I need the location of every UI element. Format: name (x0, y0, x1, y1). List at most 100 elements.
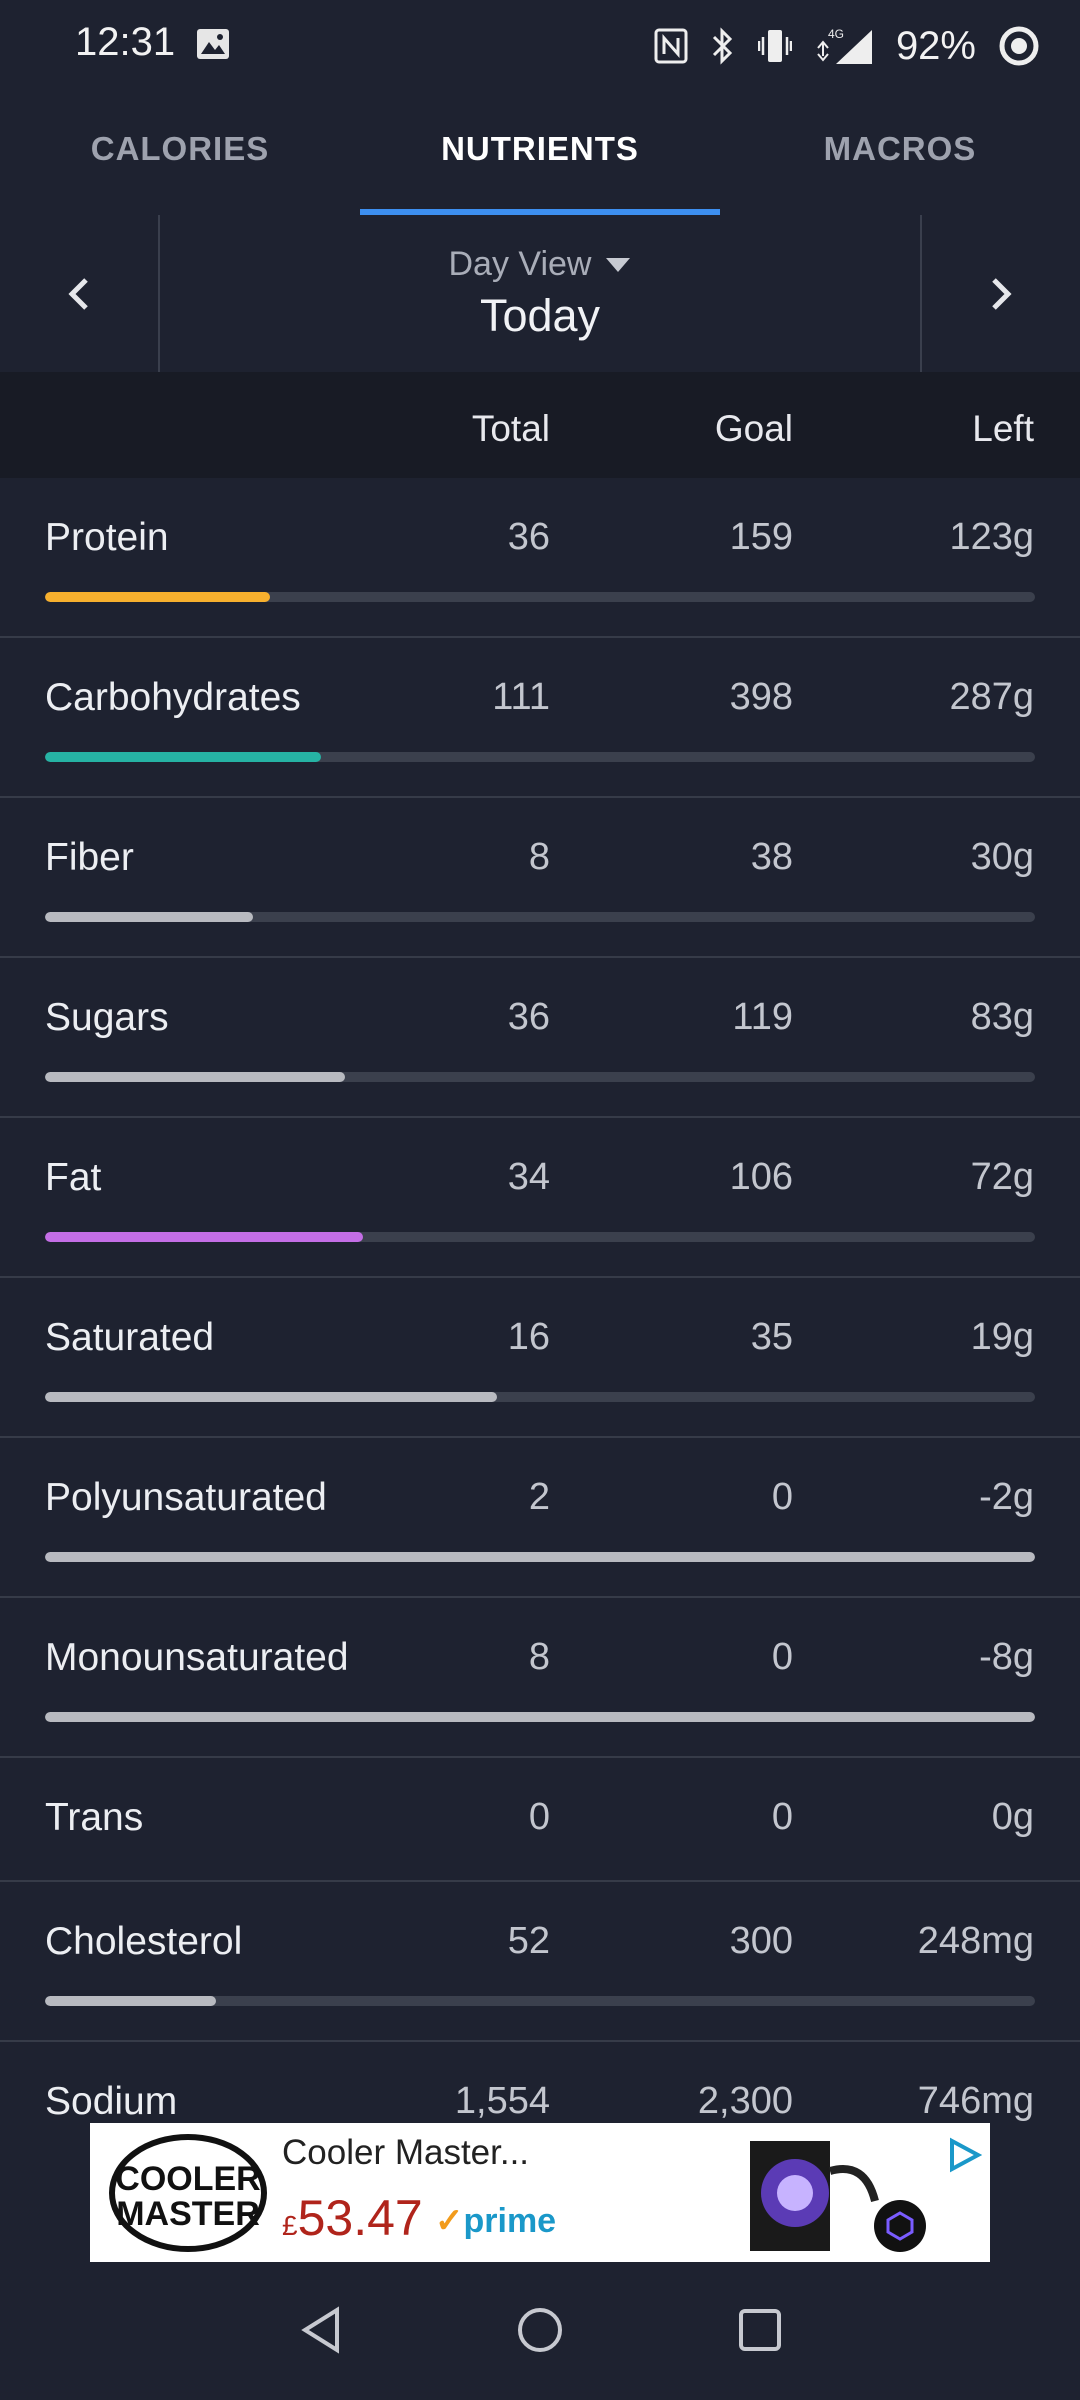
nutrient-left: -8g (979, 1636, 1034, 1678)
svg-text:4G: 4G (828, 27, 844, 41)
header-total: Total (471, 408, 550, 449)
status-time: 12:31 (75, 20, 176, 64)
next-day-button[interactable] (920, 215, 1080, 372)
nutrient-goal: 0 (771, 1636, 793, 1678)
image-notification-icon (197, 29, 229, 59)
nav-home-button[interactable] (505, 2295, 575, 2365)
progress-fill (45, 1552, 1035, 1562)
nutrient-left: -2g (979, 1476, 1034, 1518)
progress-fill (45, 1072, 345, 1082)
previous-day-button[interactable] (0, 215, 160, 372)
nutrient-left: 746mg (917, 2080, 1034, 2122)
nutrient-left: 287g (949, 676, 1034, 718)
chevron-left-icon (68, 277, 88, 310)
nutrient-name: Carbohydrates (45, 676, 301, 719)
progress-track (45, 1392, 1035, 1402)
progress-track (45, 1232, 1035, 1242)
nutrient-list: Protein 36 159 123g Carbohydrates 111 398 287g F… (0, 478, 1080, 2152)
nutrient-left: 83g (970, 996, 1034, 1038)
column-header: Total Goal Left (0, 372, 1080, 478)
nutrient-name: Protein (45, 516, 169, 559)
ad-choices-icon[interactable] (946, 2137, 982, 2173)
battery-icon (999, 26, 1039, 66)
nutrient-goal: 300 (729, 1920, 793, 1962)
nutrient-row[interactable]: Trans 0 0 0g (0, 1758, 1080, 1882)
ad-prime-label: prime (463, 2202, 557, 2240)
nutrient-total: 111 (492, 676, 550, 718)
progress-fill (45, 592, 270, 602)
nutrient-goal: 38 (750, 836, 793, 878)
nutrient-name: Trans (45, 1796, 144, 1839)
nutrient-row[interactable]: Sugars 36 119 83g (0, 958, 1080, 1118)
nutrient-name: Polyunsaturated (45, 1476, 327, 1519)
nutrient-left: 123g (949, 516, 1034, 558)
nutrient-total: 8 (528, 836, 550, 878)
nav-back-icon (301, 2306, 339, 2354)
status-bar: 12:31 4G 92% (0, 0, 1080, 90)
tab-nutrients[interactable]: NUTRIENTS (360, 90, 720, 215)
nav-back-button[interactable] (286, 2295, 356, 2365)
nutrient-total: 36 (507, 996, 550, 1038)
view-mode-label: Day View (448, 245, 592, 283)
ad-price-value: 53.47 (297, 2190, 423, 2246)
current-day-label: Today (479, 290, 601, 341)
nutrient-name: Fat (45, 1156, 102, 1199)
status-icons: 4G 92% (654, 16, 1040, 76)
nutrient-row[interactable]: Saturated 16 35 19g (0, 1278, 1080, 1438)
nutrient-total: 52 (507, 1920, 550, 1962)
progress-track (45, 1552, 1035, 1562)
nutrient-row[interactable]: Polyunsaturated 2 0 -2g (0, 1438, 1080, 1598)
vibrate-icon (757, 30, 792, 62)
nutrient-total: 2 (528, 1476, 550, 1518)
nutrient-name: Sugars (45, 996, 169, 1039)
nutrient-goal: 119 (732, 996, 793, 1038)
ad-currency: £ (282, 2210, 298, 2241)
nutrient-name: Fiber (45, 836, 134, 879)
progress-track (45, 752, 1035, 762)
progress-fill (45, 912, 253, 922)
nutrient-row[interactable]: Cholesterol 52 300 248mg (0, 1882, 1080, 2042)
ad-price: £53.47 (282, 2189, 423, 2247)
tab-macros[interactable]: MACROS (720, 90, 1080, 215)
tab-bar: CALORIES NUTRIENTS MACROS (0, 90, 1080, 215)
ad-title: Cooler Master... (282, 2133, 530, 2172)
nutrient-goal: 159 (729, 516, 793, 558)
chevron-right-icon (992, 277, 1012, 310)
nutrient-total: 36 (507, 516, 550, 558)
nav-recents-icon (739, 2309, 781, 2351)
nutrient-goal: 2,300 (697, 2080, 793, 2122)
header-left: Left (972, 408, 1034, 449)
nav-recents-button[interactable] (725, 2295, 795, 2365)
nutrient-total: 8 (528, 1636, 550, 1678)
nutrient-row[interactable]: Protein 36 159 123g (0, 478, 1080, 638)
header-goal: Goal (714, 408, 793, 449)
nutrient-name: Cholesterol (45, 1920, 243, 1963)
nutrient-row[interactable]: Monounsaturated 8 0 -8g (0, 1598, 1080, 1758)
nutrient-total: 34 (507, 1156, 550, 1198)
cooler-master-logo: COOLER MASTER (109, 2134, 267, 2252)
nutrient-name: Monounsaturated (45, 1636, 349, 1679)
nutrient-goal: 106 (729, 1156, 793, 1198)
day-view-selector[interactable]: Day View Today (160, 215, 920, 372)
progress-fill (45, 1232, 363, 1242)
nutrient-left: 72g (970, 1156, 1034, 1198)
nutrient-name: Saturated (45, 1316, 215, 1359)
progress-track (45, 912, 1035, 922)
nutrient-left: 0g (991, 1796, 1034, 1838)
progress-fill (45, 1996, 217, 2006)
system-nav-bar (0, 2265, 1080, 2400)
nfc-icon (654, 28, 688, 64)
nutrient-row[interactable]: Fat 34 106 72g (0, 1118, 1080, 1278)
nutrient-total: 0 (528, 1796, 550, 1838)
progress-track (45, 592, 1035, 602)
progress-track (45, 1996, 1035, 2006)
nutrient-name: Sodium (45, 2080, 178, 2123)
nutrient-row[interactable]: Fiber 8 38 30g (0, 798, 1080, 958)
bluetooth-icon (712, 27, 733, 65)
progress-fill (45, 1392, 498, 1402)
tab-calories[interactable]: CALORIES (0, 90, 360, 215)
ad-banner[interactable]: COOLER MASTER Cooler Master... £53.47 ✓p… (90, 2123, 990, 2262)
nutrient-left: 30g (970, 836, 1034, 878)
nutrient-goal: 398 (729, 676, 793, 718)
nutrient-row[interactable]: Carbohydrates 111 398 287g (0, 638, 1080, 798)
